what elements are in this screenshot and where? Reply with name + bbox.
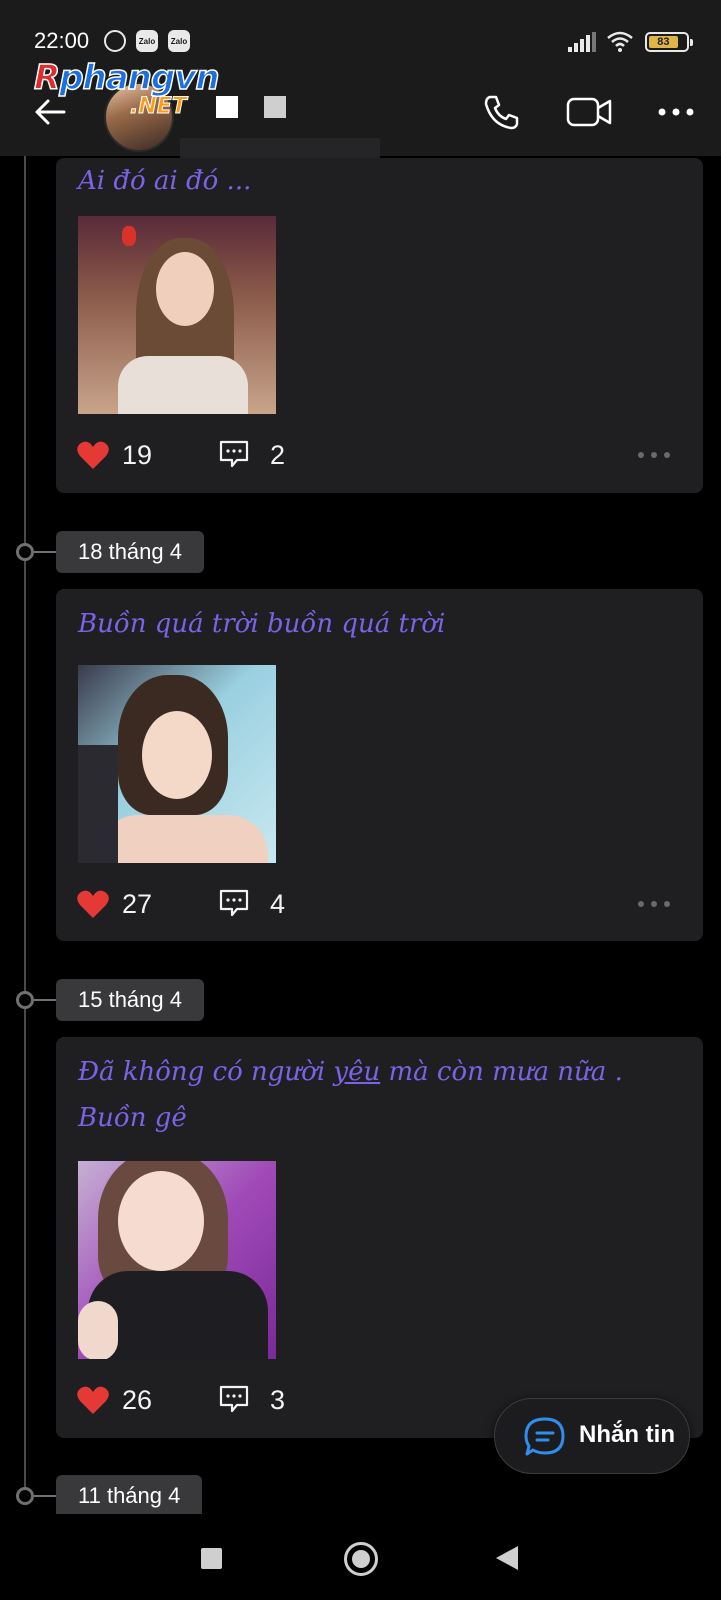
zalo-notification-icon: Zalo [136, 30, 158, 52]
heart-icon[interactable] [76, 440, 110, 470]
post-text: Ai đó ai đó ... [78, 166, 252, 196]
recent-apps-icon[interactable] [201, 1548, 222, 1569]
profile-name-placeholder [216, 96, 238, 118]
battery-level: 83 [649, 36, 678, 48]
notification-icon [104, 30, 126, 52]
phone-call-icon[interactable] [478, 92, 526, 132]
comment-count: 2 [270, 440, 286, 470]
post-card[interactable]: Ai đó ai đó ... 19 2 [56, 158, 703, 493]
status-time: 22:00 [34, 28, 90, 53]
post-text-link[interactable]: yêu [333, 1057, 380, 1087]
post-photo[interactable] [78, 1161, 276, 1359]
like-count: 26 [122, 1385, 153, 1415]
timeline-dot [16, 1487, 34, 1505]
comment-icon[interactable] [218, 1383, 250, 1415]
comment-icon[interactable] [218, 438, 250, 470]
home-icon[interactable] [344, 1542, 378, 1576]
like-count: 27 [122, 889, 153, 919]
profile-name-placeholder [264, 96, 286, 118]
send-message-button[interactable]: Nhắn tin [494, 1398, 690, 1474]
post-text: Buồn quá trời buồn quá trời [78, 609, 446, 639]
timeline-dot [16, 991, 34, 1009]
date-chip: 11 tháng 4 [56, 1475, 203, 1515]
post-text: Đã không có người yêu mà còn mưa nữa . [78, 1057, 623, 1087]
system-nav-bar [0, 1514, 721, 1600]
post-photo[interactable] [78, 216, 276, 414]
more-options-icon[interactable] [652, 92, 700, 132]
post-text: Buồn gê [78, 1103, 187, 1133]
date-chip: 15 tháng 4 [56, 979, 204, 1021]
post-photo[interactable] [78, 665, 276, 863]
post-more-icon[interactable] [636, 450, 672, 460]
comment-count: 3 [270, 1385, 286, 1415]
post-more-icon[interactable] [636, 899, 672, 909]
message-bubble-icon [524, 1417, 565, 1456]
like-count: 19 [122, 440, 153, 470]
battery-icon: 83 [645, 32, 693, 52]
comment-icon[interactable] [218, 887, 250, 919]
timeline-line [24, 156, 26, 1496]
heart-icon[interactable] [76, 889, 110, 919]
wifi-icon [607, 31, 633, 52]
signal-icon [568, 32, 596, 52]
post-card[interactable]: Đã không có người yêu mà còn mưa nữa . B… [56, 1037, 703, 1438]
heart-icon[interactable] [76, 1385, 110, 1415]
date-chip: 18 tháng 4 [56, 531, 204, 573]
comment-count: 4 [270, 889, 286, 919]
timeline-dot [16, 543, 34, 561]
post-card[interactable]: Buồn quá trời buồn quá trời 27 4 [56, 589, 703, 941]
back-triangle-icon[interactable] [496, 1546, 518, 1570]
video-call-icon[interactable] [566, 92, 614, 132]
zalo-notification-icon: Zalo [168, 30, 190, 52]
send-message-label: Nhắn tin [579, 1421, 675, 1448]
